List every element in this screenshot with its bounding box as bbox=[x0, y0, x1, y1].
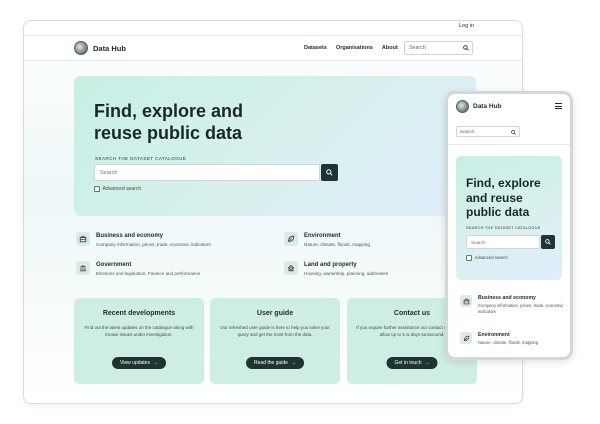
mobile-hero-search-input[interactable]: Search bbox=[466, 235, 540, 249]
mobile-catalogue-label: SEARCH THE DATASET CATALOGUE bbox=[466, 226, 541, 230]
hamburger-menu-icon[interactable] bbox=[555, 103, 562, 109]
button-label: Get in touch bbox=[394, 360, 422, 366]
hero-search-placeholder: Search bbox=[100, 170, 118, 176]
card-title: Recent developments bbox=[102, 310, 176, 317]
topic-title: Environment bbox=[304, 233, 341, 239]
nav-link-datasets[interactable]: Datasets bbox=[304, 45, 327, 51]
logo-icon[interactable] bbox=[456, 100, 469, 113]
search-icon bbox=[545, 239, 551, 245]
button-label: View updates bbox=[120, 360, 150, 366]
mobile-hero-search-button[interactable] bbox=[541, 235, 555, 249]
topic-desc: Housing, ownership, planning, addresses bbox=[304, 271, 389, 276]
topic-desc: Nature, climate, floods, mapping bbox=[478, 340, 539, 345]
advanced-search-toggle[interactable]: Advanced search bbox=[94, 186, 141, 192]
login-link[interactable]: Log in bbox=[459, 23, 474, 29]
leaf-icon bbox=[460, 332, 472, 344]
button-label: Read the guide bbox=[254, 360, 288, 366]
nav-link-about[interactable]: About bbox=[382, 45, 398, 51]
topic-title: Government bbox=[96, 262, 132, 268]
hero-search-button[interactable] bbox=[321, 164, 338, 181]
brand-name[interactable]: Data Hub bbox=[93, 44, 126, 53]
top-nav: Data Hub Datasets Organisations About Se… bbox=[24, 36, 522, 61]
mobile-advanced-search-toggle[interactable]: Advanced search bbox=[466, 255, 508, 261]
logo-icon[interactable] bbox=[74, 41, 88, 55]
mobile-hero-panel: Find, explore and reuse public data SEARCH… bbox=[456, 156, 562, 280]
hero-panel: Find, explore and reuse public data SEARC… bbox=[74, 76, 476, 216]
search-icon bbox=[326, 169, 333, 176]
catalogue-label: SEARCH THE DATASET CATALOGUE bbox=[95, 156, 187, 161]
mobile-search-placeholder: Search bbox=[460, 129, 475, 134]
government-icon bbox=[76, 261, 90, 275]
mobile-hero-search-placeholder: Search bbox=[471, 240, 486, 245]
mobile-topic-environment[interactable]: Environment Nature, climate, floods, map… bbox=[460, 332, 568, 346]
advanced-search-checkbox[interactable] bbox=[94, 186, 100, 192]
mobile-search-input[interactable]: Search bbox=[456, 126, 520, 137]
topic-desc: Company information, prices, trade, econ… bbox=[96, 242, 211, 247]
mobile-header: Data Hub bbox=[448, 94, 570, 121]
mobile-advanced-search-checkbox[interactable] bbox=[466, 255, 472, 261]
arrow-right-icon: → bbox=[424, 360, 430, 366]
advanced-search-label: Advanced search bbox=[102, 186, 142, 192]
view-updates-button[interactable]: View updates → bbox=[112, 357, 166, 369]
building-icon bbox=[460, 295, 472, 307]
mobile-topic-business[interactable]: Business and economy Company information… bbox=[460, 295, 568, 314]
read-guide-button[interactable]: Read the guide → bbox=[246, 357, 304, 369]
topic-business[interactable]: Business and economy Company information… bbox=[76, 232, 211, 247]
login-bar: Log in bbox=[24, 21, 522, 36]
nav-links: Datasets Organisations About bbox=[304, 45, 398, 51]
arrow-right-icon: → bbox=[152, 360, 158, 366]
arrow-right-icon: → bbox=[290, 360, 296, 366]
leaf-icon bbox=[284, 232, 298, 246]
mobile-hero-title: Find, explore and reuse public data bbox=[466, 176, 541, 219]
building-icon bbox=[76, 232, 90, 246]
topic-desc: Company information, prices, trade, econ… bbox=[478, 303, 564, 314]
get-in-touch-button[interactable]: Get in touch → bbox=[386, 357, 438, 369]
card-desc: Find out the latest updates on the catal… bbox=[84, 325, 194, 337]
card-user-guide: User guide Our refreshed user guide is h… bbox=[210, 298, 340, 384]
search-icon[interactable] bbox=[460, 42, 472, 54]
search-icon[interactable] bbox=[509, 128, 518, 136]
topic-environment[interactable]: Environment Nature, climate, floods, map… bbox=[284, 232, 370, 247]
topic-title: Land and property bbox=[304, 262, 357, 268]
nav-search-placeholder: Search bbox=[409, 45, 426, 51]
topic-title: Business and economy bbox=[478, 295, 536, 301]
nav-search-input[interactable]: Search bbox=[404, 41, 473, 55]
card-title: User guide bbox=[256, 310, 294, 317]
topic-title: Environment bbox=[478, 332, 510, 338]
mobile-advanced-search-label: Advanced search bbox=[474, 255, 508, 261]
hero-search-input[interactable]: Search bbox=[94, 164, 320, 181]
mobile-frame: Data Hub Search Find, explore and reuse pu… bbox=[445, 91, 573, 360]
mobile-divider bbox=[448, 144, 570, 145]
hero-title: Find, explore and reuse public data bbox=[94, 101, 244, 143]
topic-desc: Elections and legislation, Finance and p… bbox=[96, 271, 201, 276]
card-recent-developments: Recent developments Find out the latest … bbox=[74, 298, 204, 384]
topic-title: Business and economy bbox=[96, 233, 164, 239]
topic-government[interactable]: Government Elections and legislation, Fi… bbox=[76, 261, 200, 276]
mobile-brand-name[interactable]: Data Hub bbox=[473, 103, 502, 110]
house-icon bbox=[284, 261, 298, 275]
topic-desc: Nature, climate, floods, mapping bbox=[304, 242, 370, 247]
card-desc: Our refreshed user guide is here to help… bbox=[220, 325, 330, 337]
stage: Log in Data Hub Datasets Organisations A… bbox=[0, 0, 600, 424]
nav-link-organisations[interactable]: Organisations bbox=[336, 45, 373, 51]
topic-land[interactable]: Land and property Housing, ownership, pl… bbox=[284, 261, 388, 276]
